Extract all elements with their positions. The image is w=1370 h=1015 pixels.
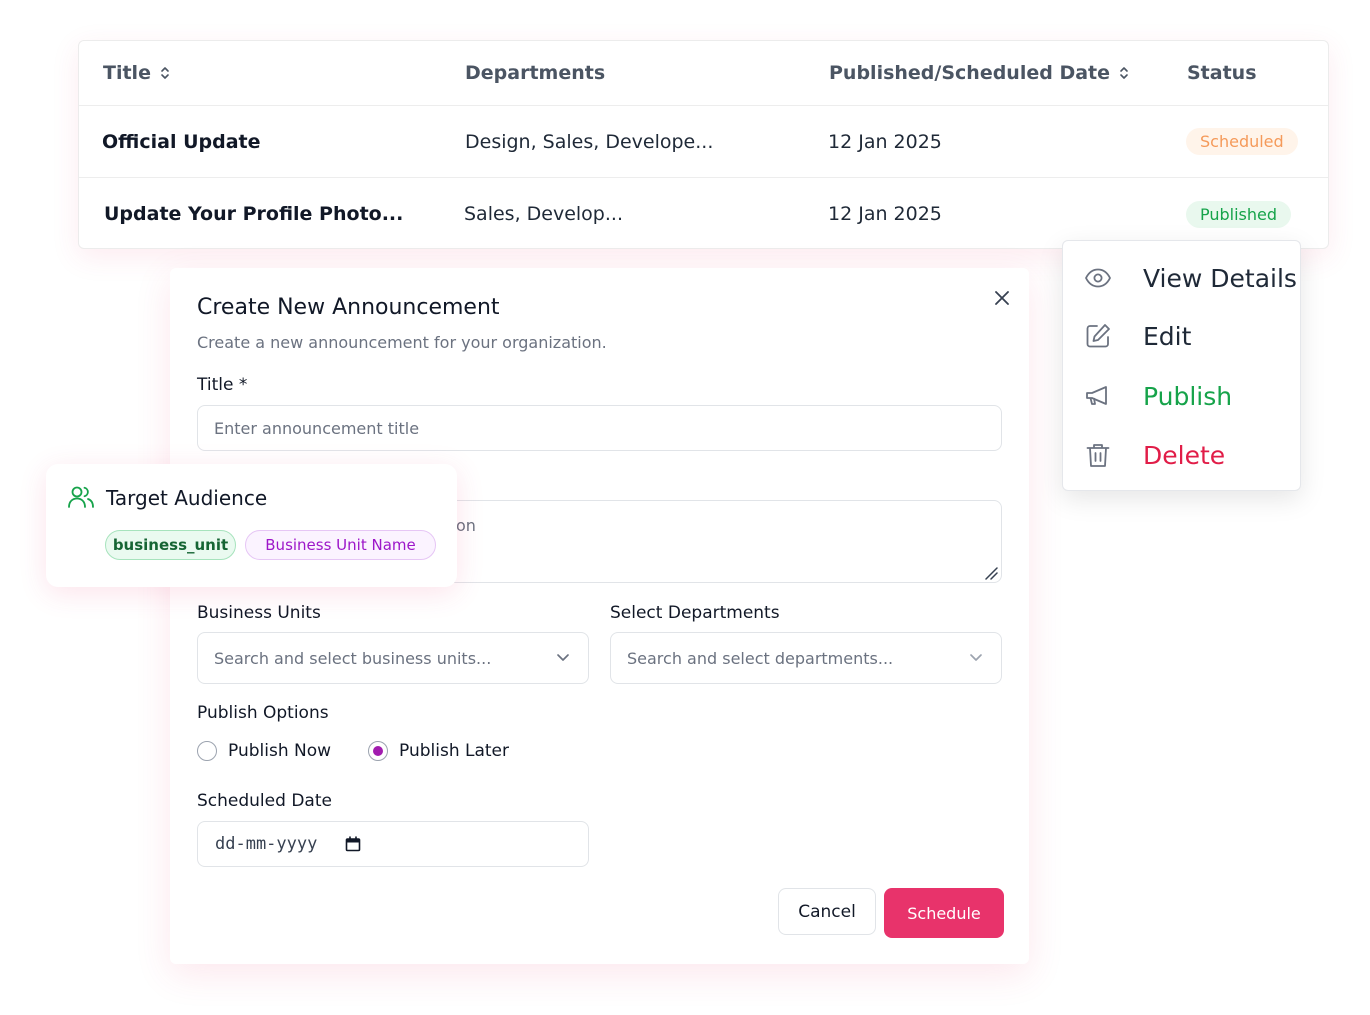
- menu-item-label: Edit: [1143, 321, 1192, 351]
- dialog-subtitle: Create a new announcement for your organ…: [197, 333, 607, 352]
- resize-handle-icon[interactable]: [984, 566, 998, 580]
- close-icon: [995, 291, 1009, 305]
- business-units-select[interactable]: Search and select business units...: [197, 632, 589, 684]
- departments-label: Select Departments: [610, 603, 780, 623]
- column-header-date-label: Published/Scheduled Date: [829, 62, 1111, 84]
- departments-select[interactable]: Search and select departments...: [610, 632, 1002, 684]
- publish-later-radio[interactable]: Publish Later: [368, 741, 509, 761]
- scheduled-date-input[interactable]: dd-mm-yyyy: [197, 821, 589, 867]
- users-icon: [68, 486, 94, 508]
- column-header-title[interactable]: Title: [103, 41, 171, 105]
- row-date: 12 Jan 2025: [828, 203, 942, 225]
- chevron-down-icon: [557, 654, 569, 661]
- business-units-placeholder: Search and select business units...: [214, 648, 492, 668]
- title-label: Title *: [197, 375, 248, 395]
- row-departments: Design, Sales, Develope...: [465, 130, 714, 153]
- row-title: Official Update: [102, 130, 261, 153]
- publish-options-label: Publish Options: [197, 703, 329, 723]
- title-input[interactable]: [197, 405, 1002, 451]
- column-header-status-label: Status: [1187, 62, 1257, 84]
- publish-now-radio[interactable]: Publish Now: [197, 741, 331, 761]
- menu-item-delete[interactable]: Delete: [1063, 427, 1300, 483]
- row-title: Update Your Profile Photo...: [104, 203, 404, 225]
- target-audience-title: Target Audience: [106, 486, 268, 510]
- radio-unchecked-icon: [197, 741, 217, 761]
- publish-later-label: Publish Later: [399, 741, 510, 761]
- column-header-date[interactable]: Published/Scheduled Date: [829, 41, 1130, 105]
- status-badge: Scheduled: [1186, 128, 1298, 155]
- calendar-icon[interactable]: [345, 836, 361, 852]
- menu-item-publish[interactable]: Publish: [1063, 368, 1300, 424]
- close-button[interactable]: [990, 286, 1014, 310]
- schedule-button[interactable]: Schedule: [884, 888, 1004, 938]
- status-badge: Published: [1186, 200, 1292, 228]
- target-audience-card: Target Audience business_unit Business U…: [46, 464, 457, 587]
- publish-now-label: Publish Now: [228, 741, 332, 761]
- trash-icon: [1086, 444, 1110, 467]
- row-action-menu: View Details Edit Publish Delete: [1062, 240, 1301, 491]
- announcements-table: Title Departments Published/Scheduled Da…: [78, 40, 1329, 249]
- column-header-status: Status: [1187, 41, 1257, 105]
- sort-icon: [161, 67, 169, 79]
- departments-placeholder: Search and select departments...: [627, 648, 894, 668]
- edit-icon: [1086, 324, 1110, 348]
- scheduled-date-label: Scheduled Date: [197, 791, 332, 811]
- cancel-button[interactable]: Cancel: [778, 888, 876, 935]
- radio-checked-icon: [368, 741, 388, 761]
- business-units-label: Business Units: [197, 603, 321, 623]
- column-header-departments-label: Departments: [465, 62, 606, 84]
- chevron-down-icon: [970, 654, 982, 661]
- scheduled-date-placeholder: dd-mm-yyyy: [215, 834, 318, 854]
- row-status: Scheduled: [1186, 106, 1298, 177]
- dialog-title: Create New Announcement: [197, 295, 500, 320]
- table-header-row: Title Departments Published/Scheduled Da…: [79, 41, 1328, 106]
- column-header-departments: Departments: [465, 41, 605, 105]
- megaphone-icon: [1086, 386, 1107, 405]
- menu-item-label: View Details: [1143, 263, 1297, 293]
- eye-icon: [1085, 268, 1111, 288]
- menu-item-label: Publish: [1143, 381, 1233, 411]
- menu-item-edit[interactable]: Edit: [1063, 308, 1300, 364]
- column-header-title-label: Title: [103, 62, 151, 84]
- table-row[interactable]: Official Update Design, Sales, Develope.…: [79, 106, 1328, 178]
- row-date: 12 Jan 2025: [828, 130, 942, 153]
- sort-icon: [1120, 67, 1128, 79]
- create-announcement-dialog: Create New Announcement Create a new ann…: [170, 268, 1029, 964]
- audience-chip: Business Unit Name: [245, 530, 436, 560]
- menu-item-label: Delete: [1143, 440, 1226, 470]
- audience-chip: business_unit: [105, 530, 236, 560]
- description-placeholder: on: [456, 516, 476, 535]
- menu-item-view-details[interactable]: View Details: [1063, 250, 1300, 306]
- row-departments: Sales, Develop...: [464, 203, 623, 225]
